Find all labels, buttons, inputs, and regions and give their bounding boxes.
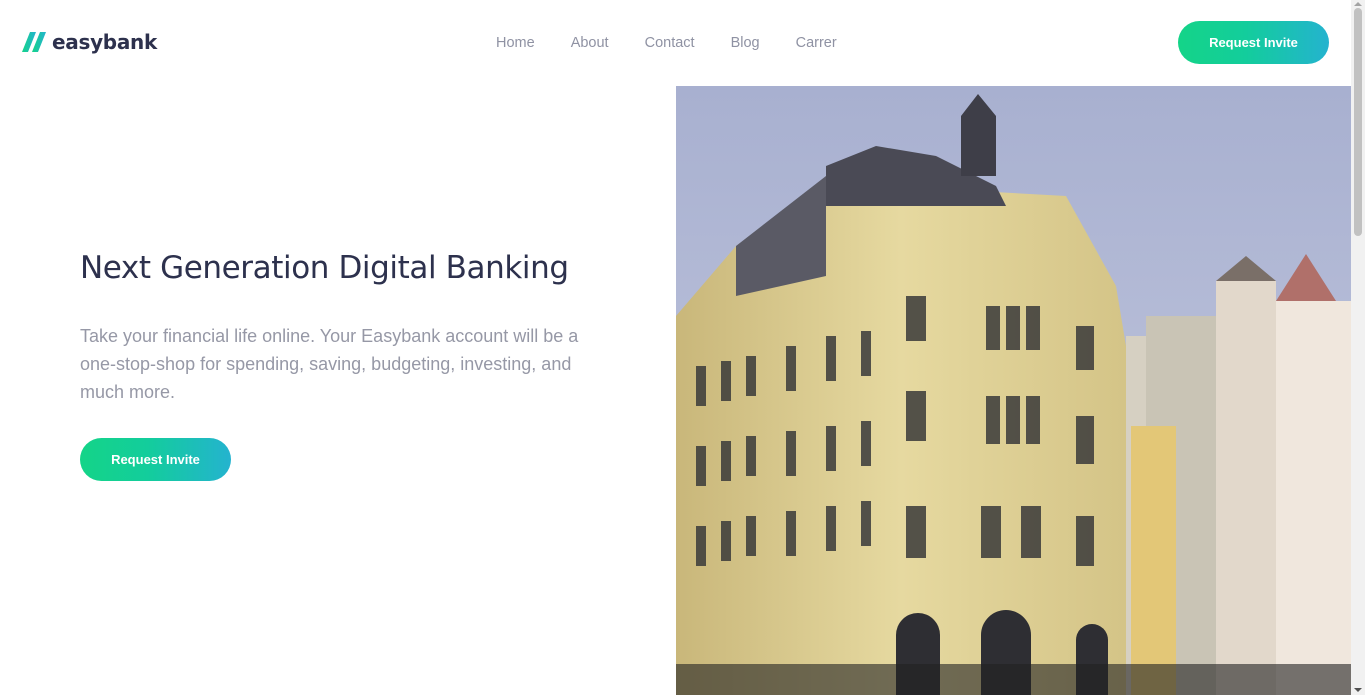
site-header: easybank Home About Contact Blog Carrer …	[0, 0, 1351, 86]
scroll-thumb[interactable]	[1354, 8, 1362, 236]
nav-home[interactable]: Home	[478, 33, 553, 53]
nav-contact[interactable]: Contact	[627, 33, 713, 53]
page-scrollbar[interactable]	[1351, 0, 1365, 695]
scroll-up-arrow-icon[interactable]	[1354, 2, 1362, 6]
main-nav: Home About Contact Blog Carrer	[478, 33, 855, 53]
nav-carrer[interactable]: Carrer	[778, 33, 855, 53]
hero-description: Take your financial life online. Your Ea…	[80, 326, 579, 402]
easybank-logo-icon	[22, 32, 46, 52]
hero-title: Next Generation Digital Banking	[80, 250, 569, 286]
nav-blog[interactable]: Blog	[713, 33, 778, 53]
nav-about[interactable]: About	[553, 33, 627, 53]
brand-name: easybank	[52, 30, 157, 54]
hero-request-invite-button[interactable]: Request Invite	[80, 438, 231, 481]
hero-building-image	[676, 86, 1351, 695]
scroll-down-arrow-icon[interactable]	[1354, 688, 1362, 692]
brand-logo[interactable]: easybank	[22, 30, 157, 54]
header-request-invite-button[interactable]: Request Invite	[1178, 21, 1329, 64]
